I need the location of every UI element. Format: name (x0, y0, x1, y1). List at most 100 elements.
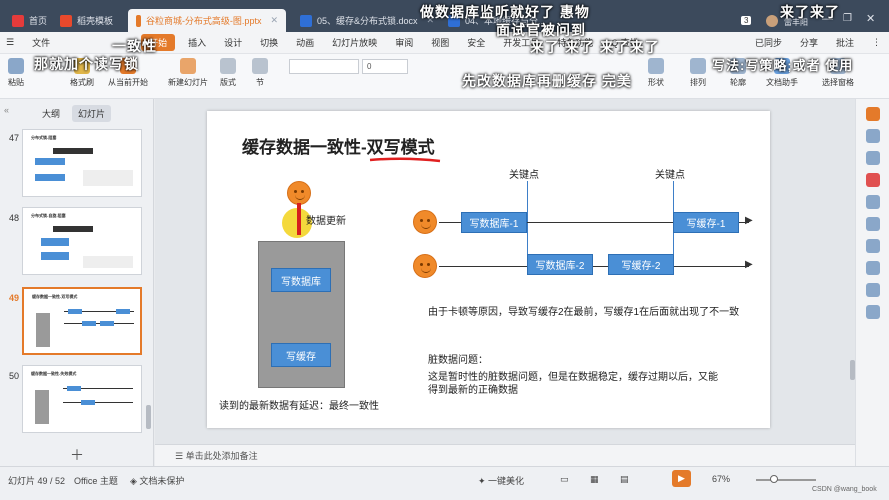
title-text: 缓存数据一致性- (242, 138, 367, 157)
layout-button[interactable]: 版式 (220, 58, 236, 88)
write-cache-2-box: 写缓存-2 (608, 254, 674, 275)
settings-icon[interactable] (865, 217, 880, 231)
write-db-1-box: 写数据库-1 (461, 212, 527, 233)
theme-name[interactable]: Office 主题 (74, 474, 118, 487)
new-slide-icon (180, 58, 196, 74)
section-icon (252, 58, 268, 74)
slide-number: 49 (9, 293, 20, 303)
overlay-comment: 一致性 (112, 38, 157, 54)
slide-thumbnail[interactable]: 分布式锁-自旋-阻塞 (22, 207, 142, 275)
button-label: 从当前开始 (108, 78, 148, 87)
close-window-icon[interactable]: ✕ (866, 12, 875, 25)
style-icon[interactable] (865, 129, 880, 143)
beautify-label: 一键美化 (488, 476, 525, 486)
dirty-data-desc-line2: 得到最新的正确数据 (428, 385, 518, 396)
shape-button[interactable]: 形状 (648, 58, 664, 88)
tab-label: 稻壳模板 (77, 16, 114, 26)
zoom-level[interactable]: 67% (712, 474, 730, 484)
home-icon (12, 14, 24, 27)
comment-button[interactable]: 批注 (827, 36, 863, 49)
button-label: 粘贴 (8, 78, 24, 87)
notes-pane[interactable]: ☰ 单击此处添加备注 (155, 444, 855, 466)
docer-icon (60, 14, 72, 27)
menu-insert[interactable]: 插入 (179, 36, 215, 49)
panel-scrollbar[interactable] (146, 405, 151, 429)
thumbnail-title: 缓存数据一致性-双写模式 (32, 294, 78, 299)
design-icon[interactable] (865, 107, 880, 121)
sorter-view-icon[interactable]: ▦ (590, 474, 599, 485)
new-slide-button[interactable]: 新建幻灯片 (168, 58, 208, 88)
menu-slideshow[interactable]: 幻灯片放映 (323, 36, 386, 49)
section-button[interactable]: 节 (252, 58, 268, 88)
animation-icon[interactable] (865, 151, 880, 165)
slide-thumbnail-panel: « 大纲 幻灯片 47 分布式锁-阻塞 48 分布式锁-自旋-阻塞 49 缓存数… (0, 99, 154, 466)
window-count-badge[interactable]: 3 (741, 16, 752, 25)
slide-counter: 幻灯片 49 / 52 (8, 476, 66, 486)
notes-icon: ☰ (175, 451, 186, 461)
user-face-icon (413, 210, 437, 234)
tab-pptx[interactable]: 谷粒商城-分布式高级-图.pptx ✕ (128, 9, 286, 32)
more-icon[interactable]: ⋮ (863, 37, 889, 48)
button-label: 排列 (690, 78, 706, 87)
beautify-button[interactable]: ✦ 一键美化 (478, 474, 524, 487)
tab-outline[interactable]: 大纲 (36, 105, 66, 122)
word-file-icon (300, 14, 312, 27)
tab-docer[interactable]: 稻壳模板 (52, 9, 121, 32)
doc-protection[interactable]: ◈ 文档未保护 (130, 474, 184, 487)
menu-security[interactable]: 安全 (458, 36, 494, 49)
close-icon[interactable]: ✕ (270, 15, 278, 26)
menu-review[interactable]: 审阅 (386, 36, 422, 49)
overlay-comment: 写法:写策略;或者 使用 (712, 58, 854, 73)
font-size-select[interactable]: 0 (362, 59, 408, 74)
reading-view-icon[interactable]: ▤ (620, 474, 629, 485)
paste-button[interactable]: 粘贴 (8, 58, 24, 88)
dirty-data-title: 脏数据问题： (428, 355, 488, 366)
avatar[interactable] (766, 15, 778, 27)
notes-placeholder: 单击此处添加备注 (185, 451, 258, 461)
slide-canvas: 缓存数据一致性-双写模式 数据更新 写数据库 写缓存 读到的最新数据有延迟：最终… (207, 111, 770, 428)
menu-view[interactable]: 视图 (422, 36, 458, 49)
collapse-panel-icon[interactable]: « (4, 105, 9, 115)
share-button[interactable]: 分享 (791, 36, 827, 49)
inconsistency-reason: 由于卡顿等原因，导致写缓存2在最前，写缓存1在后面就出现了不一致 (428, 307, 740, 318)
ppt-file-icon (136, 14, 141, 27)
title-highlight: 双写模式 (366, 138, 435, 157)
zoom-slider[interactable] (756, 479, 816, 481)
slide-thumbnail[interactable]: 分布式锁-阻塞 (22, 129, 142, 197)
layer-icon[interactable] (865, 195, 880, 209)
overlay-comment: 先改数据库再删缓存 完美 (462, 73, 632, 89)
layout-icon (220, 58, 236, 74)
slide-thumbnail[interactable]: 缓存数据一致性-失效模式 (22, 365, 142, 433)
history-icon[interactable] (865, 283, 880, 297)
arrange-button[interactable]: 排列 (690, 58, 706, 88)
help-icon[interactable] (865, 239, 880, 253)
play-slideshow-button[interactable]: ▶ (672, 470, 691, 487)
zoom-slider-handle[interactable] (770, 475, 778, 483)
shape-effect-icon[interactable] (865, 173, 880, 187)
database-box: 写数据库 写缓存 (258, 241, 345, 388)
button-label: 格式刷 (70, 78, 94, 87)
write-db-box: 写数据库 (271, 268, 331, 292)
menu-design[interactable]: 设计 (215, 36, 251, 49)
slide-thumbnail-selected[interactable]: 缓存数据一致性-双写模式 (22, 287, 142, 355)
hamburger-icon[interactable]: ☰ (0, 37, 23, 48)
more-tools-icon[interactable] (865, 305, 880, 319)
shape-icon (648, 58, 664, 74)
share-icon[interactable] (865, 261, 880, 275)
maximize-icon[interactable]: ❐ (843, 13, 852, 24)
overlay-comment: 来了来了 (780, 4, 840, 20)
add-slide-icon[interactable]: ＋ (70, 445, 84, 465)
normal-view-icon[interactable]: ▭ (560, 474, 569, 485)
paste-icon (8, 58, 24, 74)
key-point-label: 关键点 (509, 170, 539, 181)
arrow-head-icon: ▶ (745, 215, 753, 226)
menu-file[interactable]: 文件 (23, 36, 59, 49)
status-bar: 幻灯片 49 / 52 Office 主题 ◈ 文档未保护 ✦ 一键美化 ▭ ▦… (0, 466, 889, 500)
sync-status[interactable]: 已同步 (746, 36, 791, 49)
tab-home[interactable]: 首页 (4, 9, 55, 32)
tab-slides[interactable]: 幻灯片 (72, 105, 112, 122)
menu-transition[interactable]: 切换 (251, 36, 287, 49)
menu-animation[interactable]: 动画 (287, 36, 323, 49)
eventual-consistency-note: 读到的最新数据有延迟：最终一致性 (219, 401, 379, 412)
font-name-select[interactable] (289, 59, 359, 74)
